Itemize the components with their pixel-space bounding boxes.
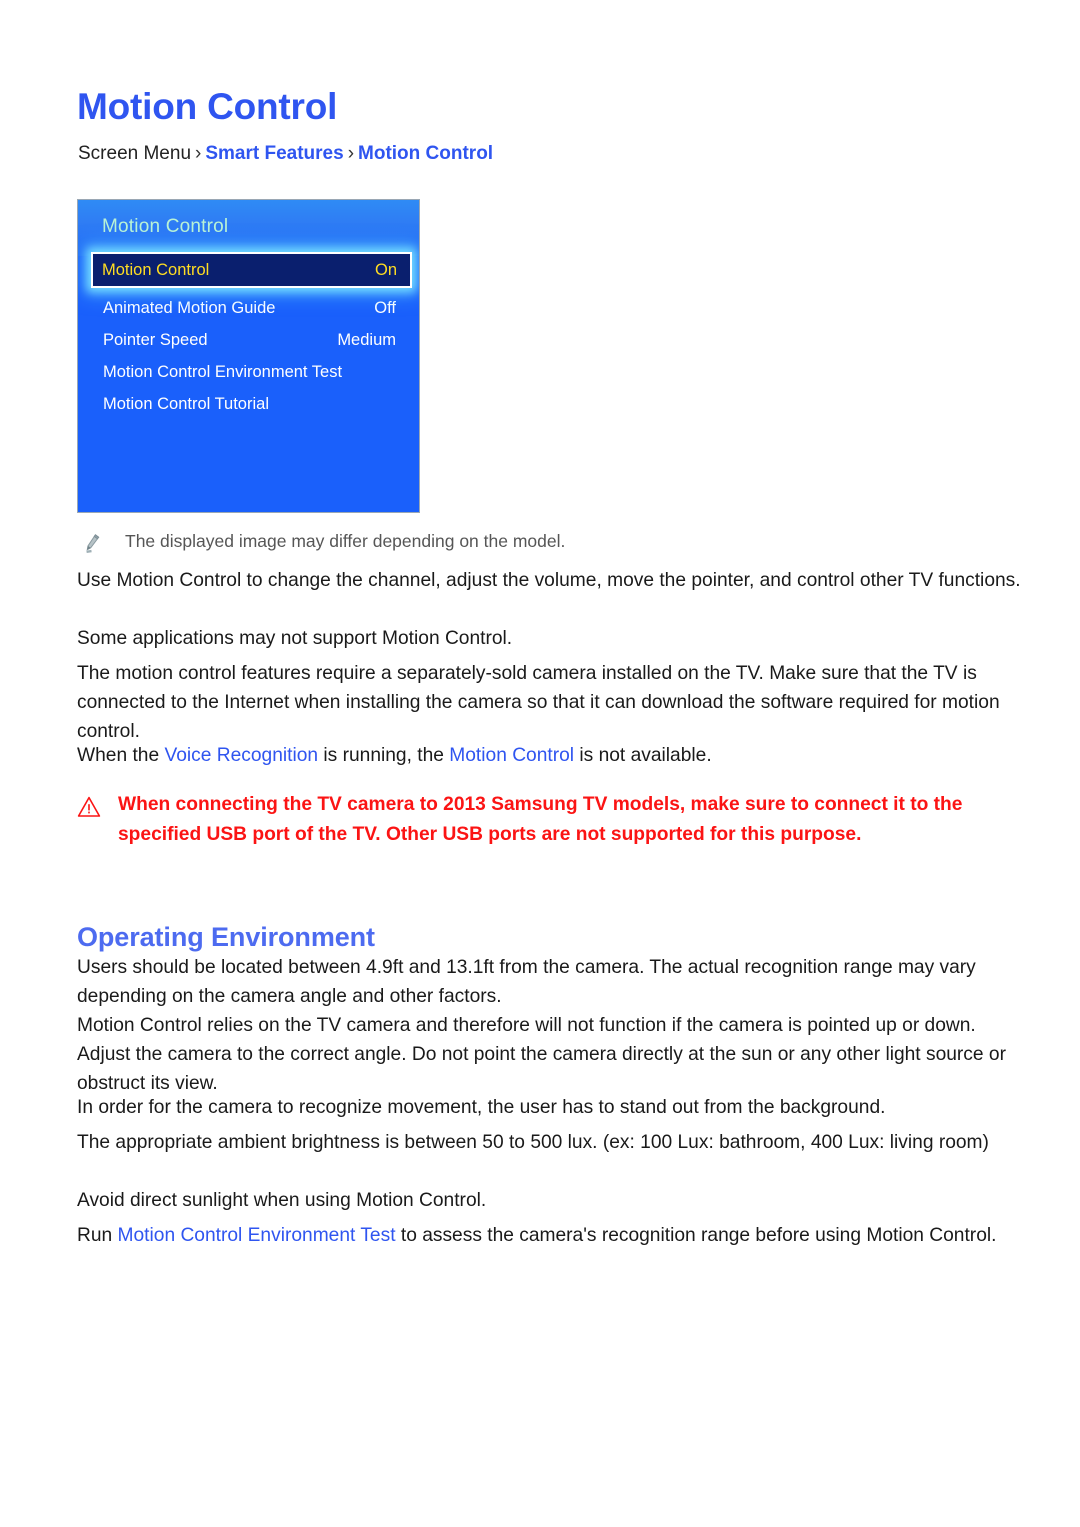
paragraph-text: Users should be located between 4.9ft an… xyxy=(77,957,976,1007)
breadcrumb: Screen Menu › Smart Features › Motion Contro… xyxy=(78,143,493,165)
tv-menu-item-label: Pointer Speed xyxy=(103,330,208,349)
tv-menu-header-title: Motion Control xyxy=(102,216,229,237)
tv-menu-item-label: Motion Control Tutorial xyxy=(103,394,269,413)
link-voice-recognition[interactable]: Voice Recognition xyxy=(164,745,318,766)
tv-menu-item-label: Motion Control xyxy=(102,260,210,279)
tv-menu-item-tutorial[interactable]: Motion Control Tutorial xyxy=(94,388,409,420)
warning-block: When connecting the TV camera to 2013 Sa… xyxy=(77,790,1037,850)
warning-triangle-icon xyxy=(77,795,101,819)
tv-menu-header: Motion Control xyxy=(78,200,419,256)
text-fragment: When the xyxy=(77,745,165,766)
tv-menu-item-value: On xyxy=(374,260,397,279)
text-fragment: is running, the xyxy=(318,745,450,766)
paragraph-text: The appropriate ambient brightness is be… xyxy=(77,1132,989,1153)
paragraph-camera-requirements: The motion control features require a se… xyxy=(77,659,1021,746)
paragraph-ambient-brightness: The appropriate ambient brightness is be… xyxy=(77,1128,1021,1157)
paragraph-text: In order for the camera to recognize mov… xyxy=(77,1097,886,1118)
tv-menu-panel: Motion Control Motion Control On Animate… xyxy=(77,199,420,513)
image-note-text: The displayed image may differ depending… xyxy=(125,531,566,551)
tv-menu-item-pointer-speed[interactable]: Pointer Speed Medium xyxy=(94,324,409,356)
paragraph-text: Some applications may not support Motion… xyxy=(77,628,513,649)
paragraph-camera-angle: Motion Control relies on the TV camera a… xyxy=(77,1011,1021,1098)
paragraph-text: When the Voice Recognition is running, t… xyxy=(77,741,1021,770)
tv-menu-item-motion-control[interactable]: Motion Control On xyxy=(91,252,412,288)
paragraph-text: Run Motion Control Environment Test to a… xyxy=(77,1221,1021,1250)
document-page: Motion Control Screen Menu › Smart Feature… xyxy=(0,0,1080,1527)
paragraph-avoid-sunlight: Avoid direct sunlight when using Motion … xyxy=(77,1186,1021,1215)
paragraph-some-applications: Some applications may not support Motion… xyxy=(77,624,1021,653)
tv-menu-item-value: Medium xyxy=(337,330,396,349)
breadcrumb-link-smart-features[interactable]: Smart Features xyxy=(205,143,343,164)
paragraph-text: The motion control features require a se… xyxy=(77,663,1000,742)
text-fragment: Run xyxy=(77,1225,118,1246)
text-fragment: is not available. xyxy=(574,745,712,766)
tv-menu-item-environment-test[interactable]: Motion Control Environment Test xyxy=(94,356,409,388)
paragraph-run-environment-test: Run Motion Control Environment Test to a… xyxy=(77,1221,1021,1250)
page-title: Motion Control xyxy=(77,85,338,127)
paragraph-use-motion-control: Use Motion Control to change the channel… xyxy=(77,566,1021,595)
section-heading-operating-environment: Operating Environment xyxy=(77,922,375,953)
breadcrumb-root: Screen Menu xyxy=(78,143,192,164)
pencil-icon xyxy=(80,531,106,555)
warning-text: When connecting the TV camera to 2013 Sa… xyxy=(118,794,963,845)
breadcrumb-separator-1: › xyxy=(195,143,202,164)
breadcrumb-link-motion-control[interactable]: Motion Control xyxy=(358,143,493,164)
image-note: The displayed image may differ depending… xyxy=(80,530,565,555)
paragraph-text: Motion Control relies on the TV camera a… xyxy=(77,1015,1006,1094)
tv-menu-item-value: Off xyxy=(374,298,396,317)
link-motion-control-environment-test[interactable]: Motion Control Environment Test xyxy=(118,1225,396,1246)
tv-menu-body: Motion Control On Animated Motion Guide … xyxy=(78,252,419,512)
paragraph-text: Avoid direct sunlight when using Motion … xyxy=(77,1190,487,1211)
tv-menu-item-label: Animated Motion Guide xyxy=(103,298,276,317)
paragraph-stand-out-background: In order for the camera to recognize mov… xyxy=(77,1093,1021,1122)
paragraph-text: Use Motion Control to change the channel… xyxy=(77,570,1021,591)
paragraph-voice-recognition-conflict: When the Voice Recognition is running, t… xyxy=(77,741,1021,770)
breadcrumb-separator-2: › xyxy=(347,143,355,164)
text-fragment: to assess the camera's recognition range… xyxy=(395,1225,997,1246)
link-motion-control[interactable]: Motion Control xyxy=(449,745,574,766)
tv-menu-item-label: Motion Control Environment Test xyxy=(103,362,343,381)
paragraph-user-distance: Users should be located between 4.9ft an… xyxy=(77,953,1021,1011)
tv-menu-item-animated-motion-guide[interactable]: Animated Motion Guide Off xyxy=(94,292,409,324)
